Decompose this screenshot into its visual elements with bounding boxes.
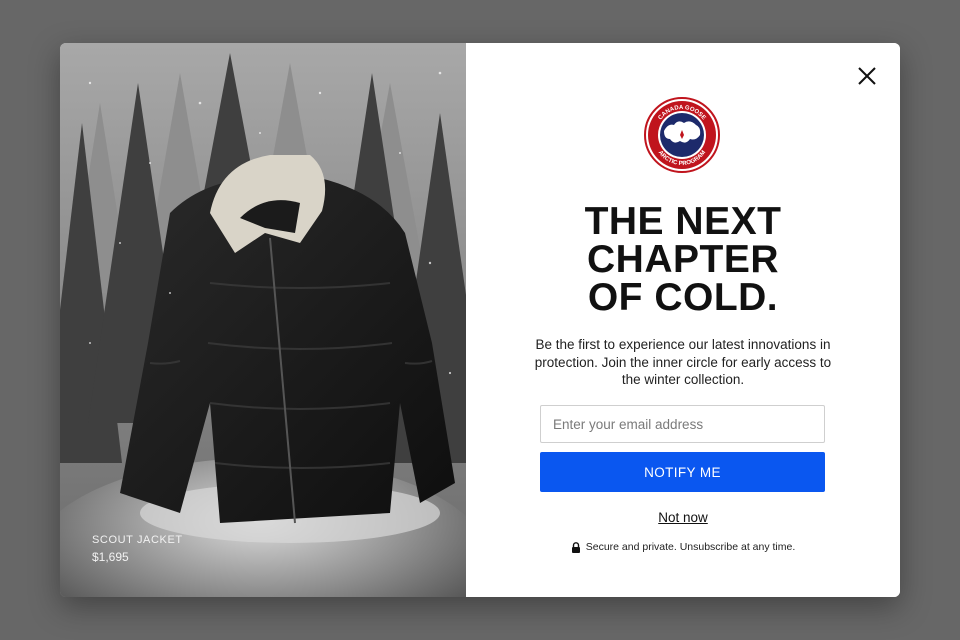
headline-line-2: CHAPTER xyxy=(586,238,779,281)
close-icon xyxy=(858,67,876,85)
brand-logo: CANADA GOOSE ARCTIC PROGRAM xyxy=(644,97,720,173)
product-caption: SCOUT JACKET $1,695 xyxy=(92,532,183,565)
headline-line-3: OF COLD. xyxy=(587,276,779,319)
secure-note-text: Secure and private. Unsubscribe at any t… xyxy=(585,541,796,553)
signup-content-panel: CANADA GOOSE ARCTIC PROGRAM THE NEXT CHA… xyxy=(466,43,900,597)
notify-me-button[interactable]: NOTIFY ME xyxy=(540,452,825,492)
body-text: Be the first to experience our latest in… xyxy=(534,337,832,387)
email-input[interactable] xyxy=(540,405,825,443)
lock-icon xyxy=(571,541,580,553)
not-now-link[interactable]: Not now xyxy=(658,510,708,525)
not-now-container: Not now xyxy=(466,510,900,525)
secure-note: Secure and private. Unsubscribe at any t… xyxy=(466,541,900,553)
product-name: SCOUT JACKET xyxy=(92,534,183,546)
product-price: $1,695 xyxy=(92,550,129,564)
headline: THE NEXT CHAPTER OF COLD. xyxy=(466,200,900,319)
headline-line-1: THE NEXT xyxy=(584,200,782,243)
product-photo xyxy=(60,43,466,597)
close-button[interactable] xyxy=(856,65,878,87)
signup-modal: SCOUT JACKET $1,695 CANADA GOOSE ARCTIC … xyxy=(60,43,900,597)
product-image-panel: SCOUT JACKET $1,695 xyxy=(60,43,466,597)
